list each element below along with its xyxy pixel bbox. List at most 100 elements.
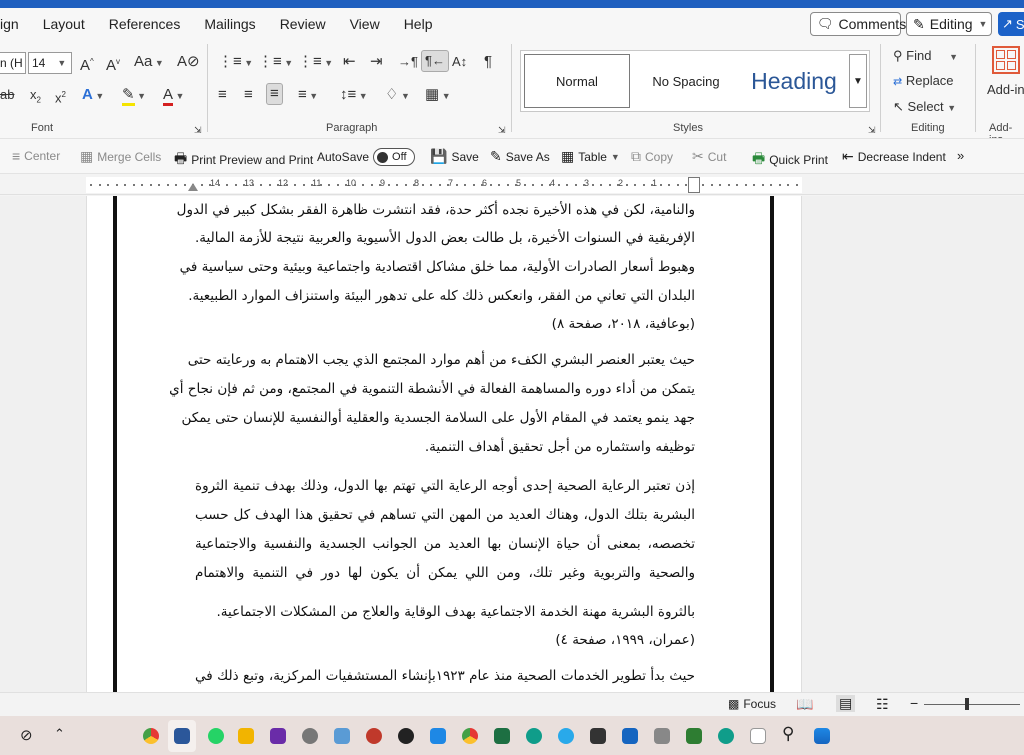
align-right-icon[interactable]: ≡	[266, 83, 283, 105]
app-red-icon[interactable]	[366, 728, 382, 744]
copy-button[interactable]: ⧉ Copy	[631, 148, 673, 165]
tab-help[interactable]: Help	[392, 8, 445, 40]
left-indent-marker[interactable]	[188, 183, 198, 191]
search-icon[interactable]: ⚲	[782, 724, 794, 744]
read-mode-icon[interactable]: 📖	[796, 696, 813, 713]
subscript-icon[interactable]: x2	[30, 85, 41, 111]
align-center-icon[interactable]: ≡	[244, 85, 253, 105]
zoom-out-icon[interactable]: −	[910, 695, 918, 711]
cut-button[interactable]: ✂ Cut	[692, 148, 726, 165]
add-ins-button-label[interactable]: Add-in	[987, 80, 1024, 100]
web-layout-icon[interactable]: ☷	[876, 696, 889, 713]
print-layout-icon[interactable]: ▤	[836, 695, 856, 712]
tab-view[interactable]: View	[338, 8, 392, 40]
windows-start-icon[interactable]	[814, 728, 830, 744]
print-preview-button[interactable]: 🖶 Print Preview and Print	[174, 148, 313, 172]
tab-mailings[interactable]: Mailings	[192, 8, 267, 40]
bullets-icon[interactable]: ⋮≡ ▼	[218, 52, 253, 73]
center-button[interactable]: ≡ Center	[12, 148, 60, 164]
telegram-icon[interactable]	[558, 728, 574, 744]
rtl-direction-icon[interactable]: ¶←	[421, 50, 449, 72]
add-ins-icon[interactable]	[992, 46, 1020, 74]
share-button[interactable]: ↗ S	[998, 12, 1024, 36]
globe-icon[interactable]	[526, 728, 542, 744]
line-spacing-icon[interactable]: ↕≡ ▼	[340, 85, 368, 106]
font-size-box[interactable]: 14 ▼	[28, 52, 72, 74]
font-name-box[interactable]: n (H	[0, 52, 26, 74]
shading-icon[interactable]: ♢ ▼	[385, 85, 410, 106]
app-blue-icon[interactable]	[430, 728, 446, 744]
find-button[interactable]: ⚲ Find ▼	[893, 46, 958, 67]
save-as-button[interactable]: ✎ Save As	[490, 148, 550, 165]
styles-dialog-launcher-icon[interactable]: ⇲	[868, 120, 876, 140]
whatsapp-icon[interactable]	[208, 728, 224, 744]
autosave-switch[interactable]: Off	[373, 148, 416, 166]
ltr-direction-icon[interactable]: →¶	[398, 52, 418, 72]
tab-design[interactable]: ign	[0, 8, 31, 40]
paragraph-dialog-launcher-icon[interactable]: ⇲	[498, 120, 506, 140]
ruler-tick	[235, 184, 237, 186]
highlight-color-icon[interactable]: ✎ ▼	[122, 85, 146, 106]
decrease-indent-icon[interactable]: ⇤	[343, 52, 356, 72]
vertical-scrollbar[interactable]	[1010, 196, 1024, 692]
excel-icon[interactable]	[494, 728, 510, 744]
increase-indent-icon[interactable]: ⇥	[370, 52, 383, 72]
show-formatting-marks-icon[interactable]: ¶	[484, 52, 492, 72]
grow-font-icon[interactable]: A^	[80, 52, 94, 76]
save-button[interactable]: 💾 Save	[430, 148, 479, 165]
zoom-slider-thumb[interactable]	[965, 698, 969, 710]
network-off-icon[interactable]: ⊘	[20, 726, 33, 744]
style-heading[interactable]: Heading	[739, 54, 849, 108]
app-white-icon[interactable]	[750, 728, 766, 744]
tab-layout[interactable]: Layout	[31, 8, 97, 40]
change-case-icon[interactable]: Aa ▼	[134, 52, 164, 73]
editing-mode-button[interactable]: ✎ Editing ▼	[906, 12, 992, 36]
table-button[interactable]: ▦ Table ▼	[561, 148, 620, 165]
font-dialog-launcher-icon[interactable]: ⇲	[194, 120, 202, 140]
style-normal[interactable]: Normal	[524, 54, 630, 108]
styles-more-button[interactable]: ▼	[849, 54, 867, 108]
clear-formatting-icon[interactable]: A⊘	[177, 52, 200, 72]
app-green-icon[interactable]	[686, 728, 702, 744]
decrease-indent-qat-button[interactable]: ⇤ Decrease Indent	[842, 148, 946, 165]
multilevel-list-icon[interactable]: ⋮≡ ▼	[298, 52, 333, 73]
superscript-icon[interactable]: x2	[55, 85, 66, 108]
more-commands-button[interactable]: »	[957, 148, 964, 163]
app-five-icon[interactable]	[238, 728, 254, 744]
tab-references[interactable]: References	[97, 8, 193, 40]
edge-icon[interactable]	[718, 728, 734, 744]
shrink-font-icon[interactable]: Av	[106, 52, 120, 76]
word-icon[interactable]	[174, 728, 190, 744]
numbering-icon[interactable]: ⋮≡ ▼	[258, 52, 293, 73]
media-player-icon[interactable]	[398, 728, 414, 744]
style-no-spacing[interactable]: No Spacing	[633, 54, 739, 108]
focus-mode-button[interactable]: ▩ Focus	[728, 697, 776, 711]
align-left-icon[interactable]: ≡	[218, 85, 227, 105]
tab-review[interactable]: Review	[268, 8, 338, 40]
chrome-icon[interactable]	[462, 728, 478, 744]
autosave-toggle[interactable]: AutoSave Off	[317, 148, 416, 166]
chevron-up-icon[interactable]: ⌃	[54, 726, 65, 742]
chrome-icon[interactable]	[143, 728, 159, 744]
app-card-icon[interactable]	[334, 728, 350, 744]
quick-print-button[interactable]: 🖶 Quick Print	[752, 148, 828, 172]
font-color-icon[interactable]: A ▼	[163, 85, 184, 106]
justify-icon[interactable]: ≡ ▼	[298, 85, 318, 106]
borders-icon[interactable]: ▦ ▼	[425, 85, 451, 106]
strikethrough-icon[interactable]: ab	[0, 85, 14, 105]
text-effects-icon[interactable]: A ▼	[82, 85, 104, 106]
sort-icon[interactable]: A↕	[452, 52, 467, 72]
comments-button[interactable]: 🗨 Comments	[810, 12, 906, 36]
right-indent-marker[interactable]	[688, 177, 700, 193]
app-dark-icon[interactable]	[590, 728, 606, 744]
replace-button[interactable]: ⇄ Replace	[893, 71, 954, 92]
zoom-slider[interactable]	[924, 704, 1020, 705]
select-button[interactable]: ↖ Select ▼	[893, 97, 956, 118]
app-monitor-icon[interactable]	[622, 728, 638, 744]
app-purple-icon[interactable]	[270, 728, 286, 744]
calculator-icon[interactable]	[654, 728, 670, 744]
ruler-tick	[575, 184, 577, 186]
horizontal-ruler[interactable]: 14 13 12 11 10 9 8 7 6 5 4 3 2 1	[0, 175, 1024, 195]
settings-gear-icon[interactable]	[302, 728, 318, 744]
merge-cells-button[interactable]: ▦ Merge Cells	[80, 148, 161, 165]
